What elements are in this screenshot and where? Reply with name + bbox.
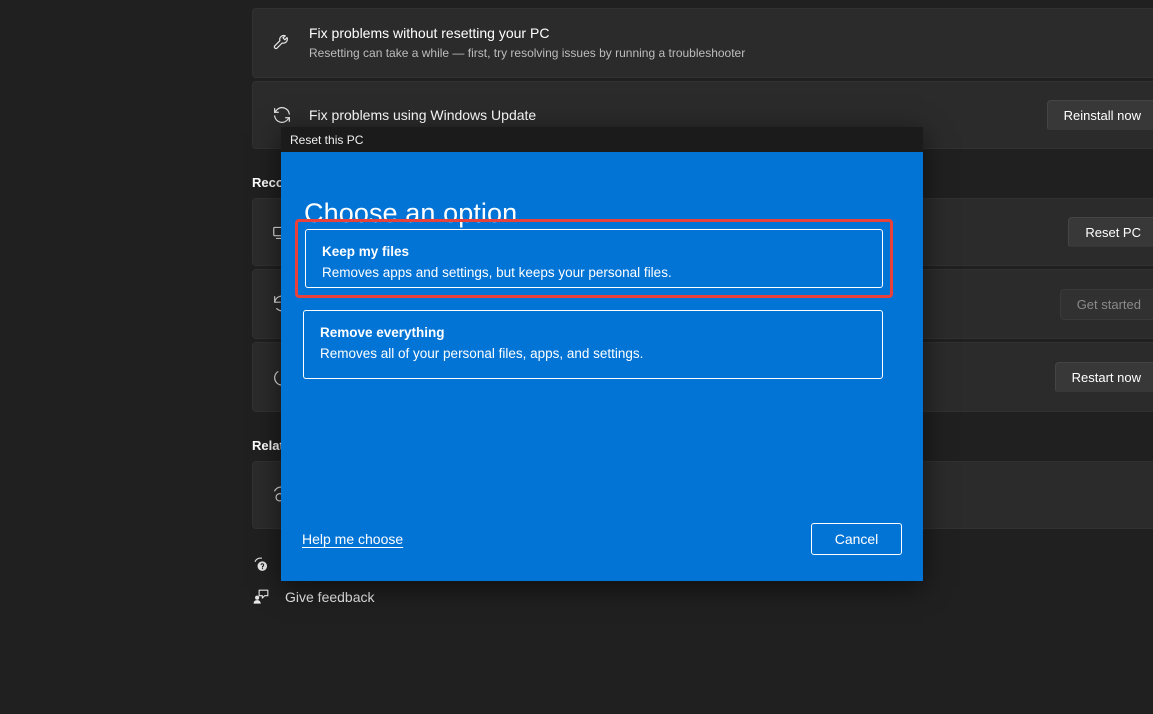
card-text: Fix problems without resetting your PC R…	[305, 24, 1153, 62]
dialog-footer: Help me choose Cancel	[281, 497, 923, 581]
reinstall-now-button[interactable]: Reinstall now	[1046, 99, 1153, 131]
option-title: Remove everything	[320, 325, 445, 340]
help-me-choose-link[interactable]: Help me choose	[302, 531, 403, 547]
link-label: Give feedback	[285, 589, 375, 605]
remove-everything-wrapper: Remove everything Removes all of your pe…	[303, 310, 883, 379]
dialog-title: Reset this PC	[290, 132, 364, 147]
option-title: Keep my files	[322, 244, 410, 259]
card-subtitle: Resetting can take a while — first, try …	[309, 46, 746, 60]
get-help-icon	[252, 555, 272, 575]
option-keep-my-files[interactable]: Keep my files Removes apps and settings,…	[305, 229, 883, 288]
option-remove-everything[interactable]: Remove everything Removes all of your pe…	[303, 310, 883, 379]
card-title: Fix problems without resetting your PC	[309, 25, 550, 41]
refresh-icon	[271, 104, 305, 126]
screen: Fix problems without resetting your PC R…	[0, 0, 1153, 714]
option-subtitle: Removes apps and settings, but keeps you…	[322, 265, 672, 280]
cancel-button[interactable]: Cancel	[811, 523, 902, 555]
card-text: Fix problems using Windows Update	[305, 106, 1047, 125]
get-started-button[interactable]: Get started	[1059, 288, 1153, 320]
card-title: Fix problems using Windows Update	[309, 106, 537, 123]
reset-pc-button[interactable]: Reset PC	[1068, 216, 1153, 248]
dialog-heading: Choose an option	[304, 198, 518, 228]
dialog-titlebar: Reset this PC	[281, 127, 923, 152]
give-feedback-icon	[252, 587, 272, 607]
keep-my-files-highlight-box: Keep my files Removes apps and settings,…	[295, 219, 893, 298]
card-fix-without-reset[interactable]: Fix problems without resetting your PC R…	[252, 8, 1153, 78]
restart-now-button[interactable]: Restart now	[1054, 361, 1153, 393]
option-subtitle: Removes all of your personal files, apps…	[320, 346, 644, 361]
link-give-feedback[interactable]: Give feedback	[252, 587, 1153, 607]
wrench-icon	[271, 32, 305, 54]
